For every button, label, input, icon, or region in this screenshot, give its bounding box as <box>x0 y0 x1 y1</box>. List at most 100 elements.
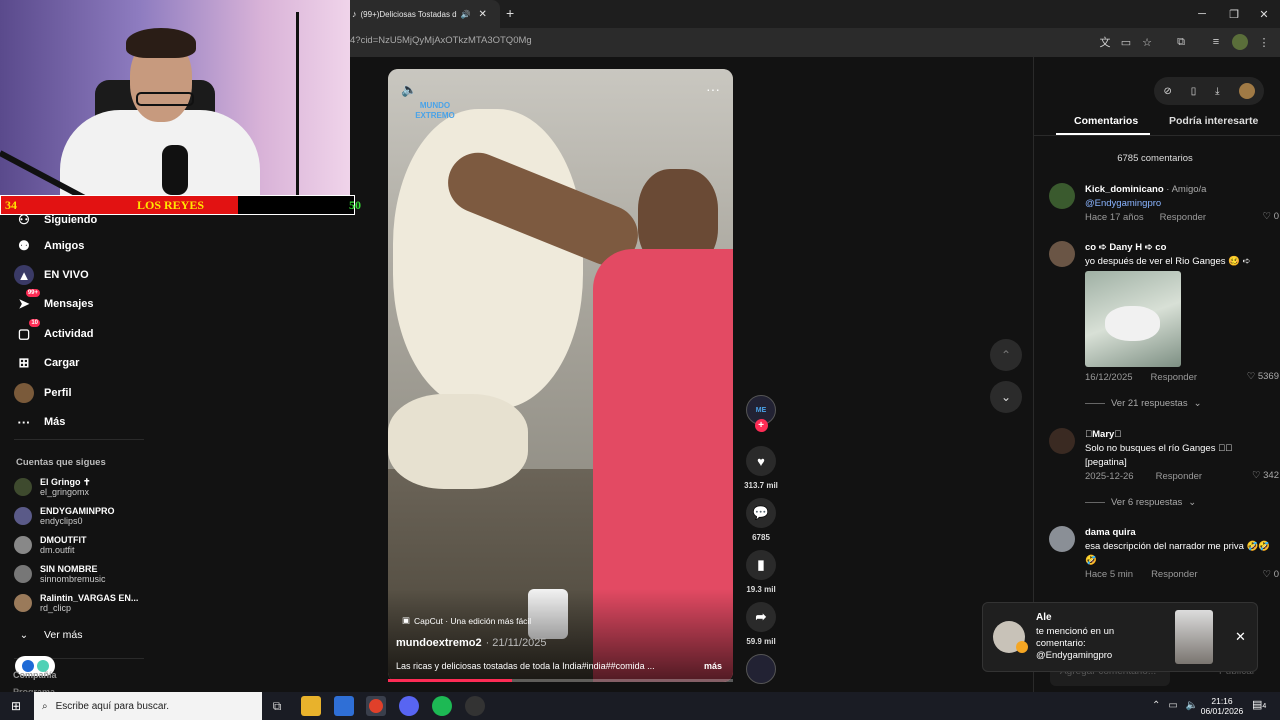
browser-tab[interactable]: ♪ (99+)Deliciosas Tostadas de 🔊 ✕ <box>350 0 500 28</box>
nav-more[interactable]: ··· Más <box>14 412 66 432</box>
nav-friends[interactable]: ⚉ Amigos <box>14 236 84 256</box>
more-options-icon[interactable]: ··· <box>706 81 720 97</box>
browser-menu-icon[interactable]: ⋮ <box>1256 34 1272 50</box>
video-date: · 21/11/2025 <box>485 637 547 649</box>
download-icon[interactable]: ⤓ <box>1215 86 1219 97</box>
avatar[interactable] <box>1049 183 1075 209</box>
caption-more-button[interactable]: más <box>704 661 722 671</box>
windows-start-icon[interactable]: ⊞ <box>6 696 26 716</box>
share-button[interactable]: ➦ 59.9 mil <box>744 602 778 646</box>
capcut-tag[interactable]: ▣ CapCut · Una edición más fácil <box>402 615 531 626</box>
following-account[interactable]: DMOUTFIT dm.outfit <box>14 535 87 555</box>
reply-button[interactable]: Responder <box>1151 568 1197 582</box>
comment-author[interactable]: Kick_dominicano <box>1085 184 1164 195</box>
view-replies-button[interactable]: Ver 21 respuestas ⌄ <box>1085 398 1202 409</box>
author-avatar-button[interactable]: ME + <box>744 395 778 432</box>
reply-button[interactable]: Responder <box>1160 211 1206 225</box>
new-tab-button[interactable]: + <box>506 5 514 21</box>
tab-close-icon[interactable]: ✕ <box>478 9 486 20</box>
follow-plus-icon[interactable]: + <box>754 419 768 432</box>
video-player[interactable]: MUNDO EXTREMO 🔈 ··· ▣ CapCut · Una edici… <box>388 69 733 682</box>
profile-avatar-icon[interactable] <box>1232 34 1248 50</box>
cast-icon[interactable]: ▭ <box>1118 34 1134 50</box>
clock[interactable]: 21:16 06/01/2026 <box>1200 696 1244 716</box>
reply-button[interactable]: Responder <box>1151 371 1197 385</box>
user-avatar[interactable] <box>1238 83 1255 99</box>
see-more-button[interactable]: ⌄ Ver más <box>14 625 83 645</box>
nav-profile[interactable]: Perfil <box>14 383 72 403</box>
reply-button[interactable]: Responder <box>1156 470 1202 484</box>
following-account[interactable]: SIN NOMBRE sinnombremusic <box>14 564 106 584</box>
nav-label: Cargar <box>44 357 80 369</box>
comment-button[interactable]: 💬 6785 <box>744 498 778 542</box>
tray-chevron-icon[interactable]: ⌃ <box>1152 700 1160 711</box>
video-author[interactable]: mundoextremo2 <box>396 637 482 649</box>
mention-notification[interactable]: Ale te mencionó en un comentario: @Endyg… <box>982 602 1258 672</box>
obs-icon[interactable] <box>465 696 485 716</box>
comment-author[interactable]:  Mary  <box>1085 428 1275 442</box>
profile-icon <box>14 383 34 403</box>
close-icon[interactable]: ✕ <box>1235 629 1246 645</box>
restore-button[interactable]: ❐ <box>1218 0 1250 28</box>
minimize-button[interactable]: ─ <box>1186 0 1218 28</box>
file-explorer-icon[interactable] <box>301 696 321 716</box>
network-icon[interactable]: ▭ <box>1168 700 1177 711</box>
divider <box>14 439 144 440</box>
comment-text[interactable]: @Endygamingpro <box>1085 197 1275 211</box>
account-name: El Gringo ✝ <box>40 477 91 487</box>
tab-interest[interactable]: Podría interesarte <box>1169 115 1258 127</box>
like-button[interactable]: ♥ 313.7 mil <box>744 446 778 490</box>
phone-icon[interactable]: ▯ <box>1191 86 1197 97</box>
replies-line <box>1085 403 1105 404</box>
nav-activity[interactable]: ▢ 10 Actividad <box>14 319 94 344</box>
comment-like[interactable]: ♡ 342 <box>1252 470 1279 481</box>
avatar[interactable] <box>1049 241 1075 267</box>
save-count: 19.3 mil <box>746 585 776 594</box>
tab-title: (99+)Deliciosas Tostadas de <box>360 9 457 19</box>
following-account[interactable]: El Gringo ✝ el_gringomx <box>14 477 91 497</box>
discord-icon[interactable] <box>399 696 419 716</box>
nav-following[interactable]: ⚇ Siguiendo <box>14 210 97 230</box>
tab-comments[interactable]: Comentarios <box>1074 115 1138 127</box>
video-author-row[interactable]: mundoextremo2 · 21/11/2025 <box>396 637 547 649</box>
avatar <box>14 507 32 525</box>
avatar[interactable] <box>1049 526 1075 552</box>
extensions-icon[interactable]: ⧉ <box>1173 34 1189 50</box>
sticker-image[interactable] <box>1085 271 1181 367</box>
chrome-icon[interactable] <box>366 696 386 716</box>
taskbar: ⊞ ⌕ Escribe aquí para buscar. ⧉ ⌃ ▭ 🔈 21… <box>0 692 1280 720</box>
nav-upload[interactable]: ⊞ Cargar <box>14 353 80 373</box>
volume-icon[interactable]: 🔈 <box>1186 700 1198 711</box>
next-video-button[interactable]: ⌄ <box>990 381 1022 413</box>
nav-live[interactable]: ▲ EN VIVO <box>14 265 89 285</box>
comment-like[interactable]: ♡ 5369 <box>1247 371 1279 382</box>
previous-video-button[interactable]: ⌃ <box>990 339 1022 371</box>
notification-center-icon[interactable]: ▤4 <box>1252 698 1266 711</box>
following-account[interactable]: Ralintin_VARGAS EN... rd_clicp <box>14 593 138 613</box>
bookmark-star-icon[interactable]: ☆ <box>1139 34 1155 50</box>
store-icon[interactable] <box>334 696 354 716</box>
nav-messages[interactable]: ➤ 99+ Mensajes <box>14 289 94 314</box>
music-disc-button[interactable] <box>744 654 778 689</box>
media-icon[interactable]: ≡ <box>1208 34 1224 50</box>
save-button[interactable]: ▮ 19.3 mil <box>744 550 778 594</box>
comment-like[interactable]: ♡ 0 <box>1263 569 1279 580</box>
video-progress[interactable] <box>388 679 733 682</box>
compass-icon[interactable]: ⊘ <box>1163 86 1171 97</box>
comment-author[interactable]: dama quira <box>1085 526 1275 540</box>
following-account[interactable]: ENDYGAMINPRO endyclips0 <box>14 506 115 526</box>
close-button[interactable]: ✕ <box>1248 0 1280 28</box>
speaker-icon[interactable]: 🔊 <box>461 10 471 19</box>
comment-like[interactable]: ♡ 0 <box>1263 211 1279 222</box>
footer-company[interactable]: Compañía <box>13 670 57 680</box>
comment-author[interactable]: co ➪ Dany H ➪ co <box>1085 241 1275 255</box>
volume-icon[interactable]: 🔈 <box>401 82 417 98</box>
mention-badge-icon <box>1016 641 1028 653</box>
taskbar-search[interactable]: ⌕ Escribe aquí para buscar. <box>34 692 262 720</box>
view-replies-button[interactable]: Ver 6 respuestas ⌄ <box>1085 497 1196 508</box>
task-view-icon[interactable]: ⧉ <box>267 696 287 716</box>
avatar[interactable] <box>1049 428 1075 454</box>
translate-icon[interactable]: 文 <box>1097 34 1113 50</box>
url-field[interactable]: 4?cid=NzU5MjQyMjAxOTkzMTA3OTQ0Mg <box>350 35 532 46</box>
spotify-icon[interactable] <box>432 696 452 716</box>
